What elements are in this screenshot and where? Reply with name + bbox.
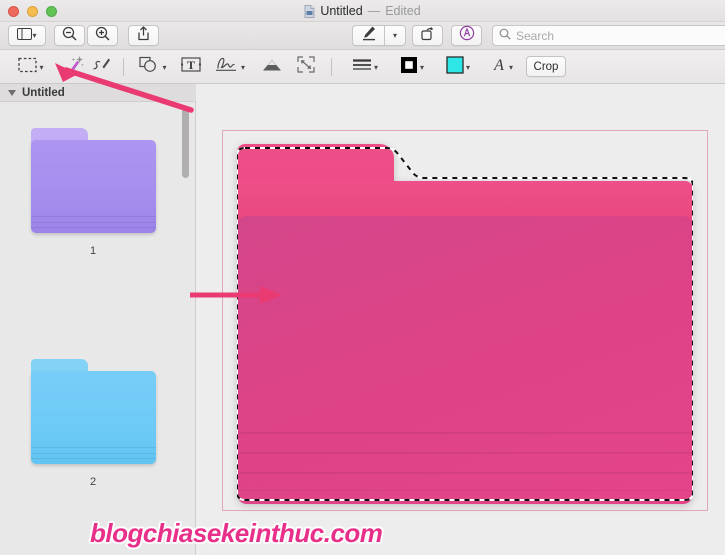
chevron-down-icon: ▾ xyxy=(240,62,245,72)
titlebar: Untitled — Edited xyxy=(0,0,725,22)
title-separator: — xyxy=(367,4,381,18)
sketch-tool-button[interactable] xyxy=(88,50,114,84)
shape-style-tool-button[interactable]: ▾ xyxy=(344,50,386,84)
watermark: blogchiasekeinthuc.com xyxy=(90,518,383,548)
border-color-tool-button[interactable]: ▾ xyxy=(390,50,434,84)
markup-toolbar: ▾ ▾ T ▾ ▾ ▾ ▾ A ▾ Crop xyxy=(0,50,725,84)
markup-pen-icon xyxy=(361,25,377,46)
shapes-icon xyxy=(139,56,160,78)
rotate-button[interactable] xyxy=(412,25,443,46)
font-style-icon: A xyxy=(491,56,507,78)
disclosure-triangle-icon[interactable] xyxy=(8,89,16,96)
folder-graphic xyxy=(237,144,693,504)
chevron-down-icon: ▾ xyxy=(392,31,397,40)
svg-text:A: A xyxy=(493,57,504,73)
annotate-icon xyxy=(459,25,475,46)
thumbnail-item-2[interactable]: 2 xyxy=(0,359,186,488)
instant-alpha-tool-button[interactable] xyxy=(62,50,88,84)
selection-tool-button[interactable]: ▾ xyxy=(8,50,54,84)
dashed-rectangle-icon xyxy=(18,57,38,78)
chevron-down-icon: ▾ xyxy=(39,62,44,72)
adjust-color-icon xyxy=(261,57,283,78)
signature-icon xyxy=(215,56,239,78)
window-title: Untitled — Edited xyxy=(0,0,725,22)
zoom-out-icon xyxy=(62,26,77,46)
adjust-size-icon xyxy=(297,56,315,78)
markup-dropdown-button[interactable]: ▾ xyxy=(384,25,406,46)
toolbar-divider xyxy=(331,58,332,76)
markup-toggle-button[interactable] xyxy=(352,25,384,46)
chevron-down-icon: ▾ xyxy=(162,62,167,72)
line-style-icon xyxy=(352,58,372,77)
image-canvas[interactable] xyxy=(197,84,725,555)
text-style-tool-button[interactable]: A ▾ xyxy=(483,50,521,84)
text-box-icon: T xyxy=(180,56,202,78)
preview-window: Untitled — Edited ▾ ▾ Search ▾ ▾ T ▾ ▾ ▾… xyxy=(0,0,725,555)
chevron-down-icon: ▾ xyxy=(508,62,513,72)
zoom-in-button[interactable] xyxy=(87,25,118,46)
sketch-icon xyxy=(91,56,111,79)
adjust-size-tool-button[interactable] xyxy=(291,50,321,84)
svg-text:T: T xyxy=(187,58,195,72)
share-icon xyxy=(137,25,150,46)
thumbnail-sidebar: Untitled 1 2 xyxy=(0,84,196,555)
shapes-tool-button[interactable]: ▾ xyxy=(133,50,173,84)
search-icon xyxy=(499,27,511,45)
toolbar-divider xyxy=(123,58,124,76)
thumbnail-label: 1 xyxy=(89,245,97,257)
sidebar-header[interactable]: Untitled xyxy=(0,84,196,102)
search-input[interactable]: Search xyxy=(516,29,554,43)
sidebar-icon xyxy=(17,27,33,45)
rotate-left-icon xyxy=(420,26,435,46)
text-tool-button[interactable]: T xyxy=(177,50,205,84)
chevron-down-icon: ▾ xyxy=(419,62,424,72)
pink-folder-image[interactable] xyxy=(237,144,693,504)
thumbnail-item-1[interactable]: 1 xyxy=(0,128,186,257)
crop-button[interactable]: Crop xyxy=(526,56,566,77)
search-field[interactable]: Search xyxy=(492,25,725,46)
document-icon xyxy=(304,4,315,18)
main-toolbar: ▾ ▾ Search xyxy=(0,22,725,50)
fill-color-swatch-icon xyxy=(446,55,464,79)
share-button[interactable] xyxy=(128,25,159,46)
thumbnail-label: 2 xyxy=(89,476,97,488)
border-color-swatch-icon xyxy=(400,56,418,79)
sidebar-title: Untitled xyxy=(22,86,65,99)
zoom-in-icon xyxy=(95,26,110,46)
annotate-button[interactable] xyxy=(451,25,482,46)
folder-thumbnail-blue xyxy=(30,359,156,464)
sidebar-toggle-button[interactable]: ▾ xyxy=(8,25,46,46)
chevron-down-icon: ▾ xyxy=(373,62,378,72)
fill-color-tool-button[interactable]: ▾ xyxy=(436,50,480,84)
chevron-down-icon: ▾ xyxy=(465,62,470,72)
document-title: Untitled xyxy=(320,4,363,18)
folder-thumbnail-purple xyxy=(30,128,156,233)
adjust-color-tool-button[interactable] xyxy=(257,50,287,84)
edited-status: Edited xyxy=(385,4,421,18)
magic-wand-icon xyxy=(65,55,85,80)
zoom-out-button[interactable] xyxy=(54,25,85,46)
signature-tool-button[interactable]: ▾ xyxy=(209,50,251,84)
chevron-down-icon: ▾ xyxy=(32,31,37,40)
